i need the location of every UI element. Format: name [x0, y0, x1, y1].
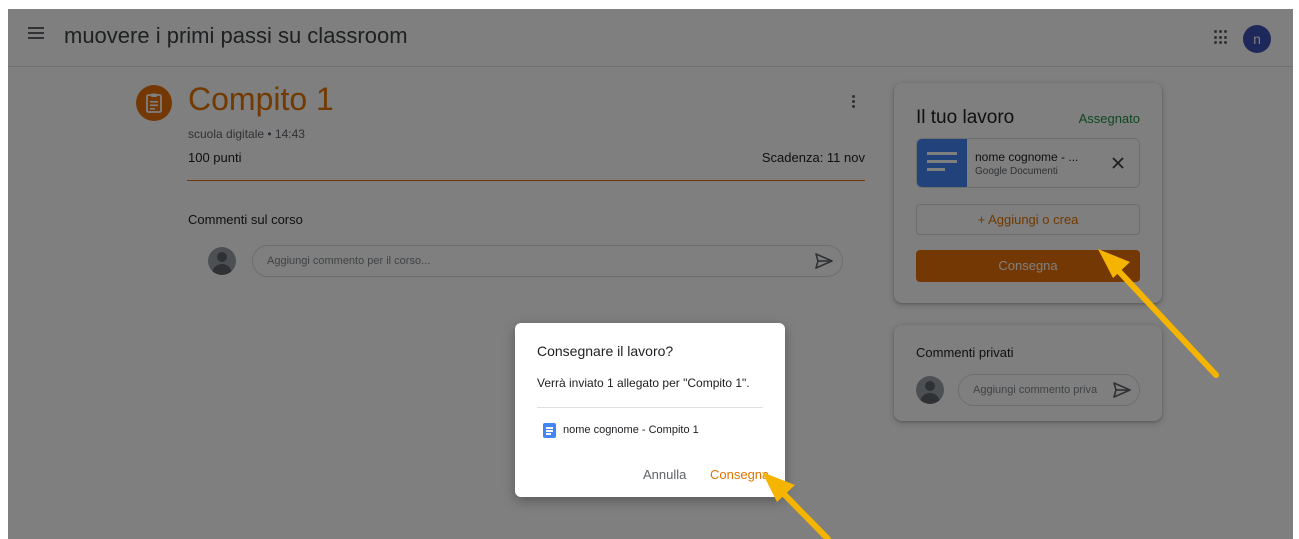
dialog-title: Consegnare il lavoro? — [537, 343, 674, 359]
dialog-file-name: nome cognome - Compito 1 — [563, 424, 699, 436]
turn-in-dialog: Consegnare il lavoro? Verrà inviato 1 al… — [515, 323, 785, 497]
confirm-turn-in-button[interactable]: Consegna — [710, 467, 769, 482]
classroom-window: muovere i primi passi su classroom n Com… — [8, 9, 1293, 539]
dialog-divider — [537, 407, 763, 408]
cancel-button[interactable]: Annulla — [643, 467, 686, 482]
google-doc-icon — [543, 423, 556, 438]
dialog-message: Verrà inviato 1 allegato per "Compito 1"… — [537, 376, 750, 390]
